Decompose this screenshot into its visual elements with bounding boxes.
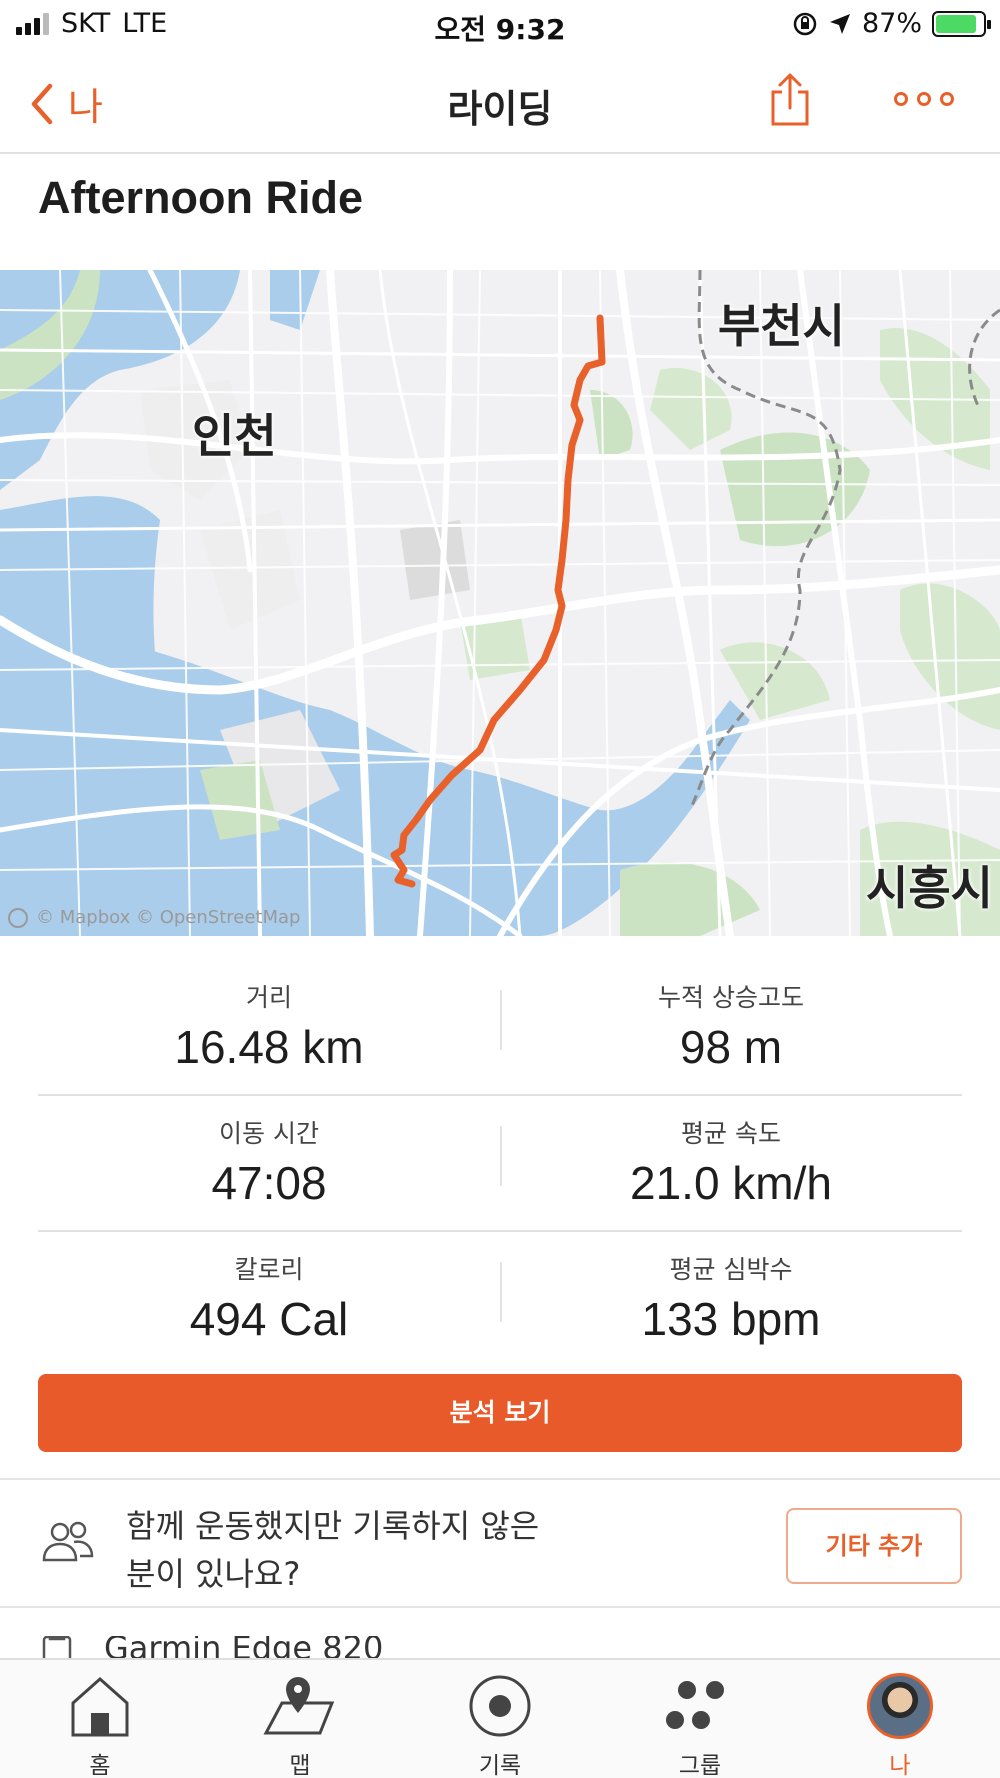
avg-heart-rate-value: 133 bpm [641, 1293, 821, 1345]
tab-record-label: 기록 [478, 1753, 522, 1778]
stat-row: 칼로리 494 Cal 평균 심박수 133 bpm [38, 1232, 962, 1368]
stats-grid: 거리 16.48 km 누적 상승고도 98 m 이동 시간 47:08 평균 속도 2… [38, 960, 962, 1368]
page-title: 라이딩 [447, 87, 553, 131]
avatar [867, 1673, 933, 1739]
distance-label: 거리 [245, 983, 292, 1012]
activity-title: Afternoon Ride [38, 172, 363, 223]
calories-label: 칼로리 [234, 1255, 304, 1284]
tab-record[interactable]: 기록 [440, 1670, 560, 1778]
calories-value: 494 Cal [189, 1293, 349, 1345]
mapbox-logo-icon [8, 907, 28, 928]
view-analysis-button[interactable]: 분석 보기 [38, 1374, 962, 1452]
map-label-siheung: 시흥시 [866, 861, 993, 915]
nav-bar: 나 라이딩 [0, 52, 1000, 154]
tab-bar: 홈 맵 기록 그룹 나 [0, 1658, 1000, 1778]
home-icon [71, 1676, 129, 1737]
groups-icon [666, 1681, 724, 1729]
gear-name: Garmin Edge 820 [104, 1636, 384, 1660]
map-label-incheon: 인천 [192, 409, 277, 463]
distance-value: 16.48 km [174, 1021, 364, 1073]
moving-time-value: 47:08 [211, 1157, 327, 1209]
stat-row: 이동 시간 47:08 평균 속도 21.0 km/h [38, 1096, 962, 1232]
map-attribution[interactable]: © Mapbox © OpenStreetMap [8, 907, 300, 928]
tab-home-label: 홈 [89, 1753, 111, 1778]
stat-row: 거리 16.48 km 누적 상승고도 98 m [38, 960, 962, 1096]
elevation-label: 누적 상승고도 [658, 983, 804, 1012]
status-bar: SKT LTE 오전 9:32 87% [0, 0, 1000, 52]
tab-home[interactable]: 홈 [40, 1670, 160, 1778]
divider [0, 1606, 1000, 1608]
add-others-section: 함께 운동했지만 기록하지 않은 분이 있나요? 기타 추가 [0, 1480, 1000, 1606]
route-map[interactable]: 부천시 인천 시흥시 © Mapbox © OpenStreetMap [0, 270, 1000, 936]
map-canvas [0, 270, 1000, 936]
tab-profile-label: 나 [889, 1753, 911, 1778]
share-button[interactable] [768, 72, 812, 132]
location-arrow-icon [829, 13, 850, 34]
battery-percent: 87% [861, 8, 922, 39]
gear-row[interactable]: Garmin Edge 820 [40, 1636, 383, 1660]
tab-groups-label: 그룹 [678, 1753, 722, 1778]
battery-icon [932, 10, 991, 37]
map-label-bucheon: 부천시 [718, 299, 845, 353]
record-icon [469, 1675, 531, 1737]
tab-profile[interactable]: 나 [840, 1670, 960, 1778]
share-icon [771, 73, 809, 126]
add-others-question-line1: 함께 운동했지만 기록하지 않은 [126, 1507, 540, 1545]
elevation-value: 98 m [679, 1021, 783, 1073]
more-options-button[interactable] [894, 92, 954, 106]
add-others-button[interactable]: 기타 추가 [786, 1508, 962, 1584]
people-icon [42, 1521, 94, 1562]
rotation-lock-icon [793, 12, 817, 35]
add-others-question-line2: 분이 있나요? [126, 1555, 301, 1593]
tab-groups[interactable]: 그룹 [640, 1670, 760, 1778]
bike-gear-icon [42, 1636, 72, 1660]
avg-speed-label: 평균 속도 [681, 1119, 781, 1148]
tab-map-label: 맵 [289, 1753, 311, 1778]
map-icon [263, 1677, 335, 1735]
tab-map[interactable]: 맵 [240, 1670, 360, 1778]
avg-heart-rate-label: 평균 심박수 [669, 1255, 793, 1284]
moving-time-label: 이동 시간 [219, 1119, 319, 1148]
avg-speed-value: 21.0 km/h [630, 1157, 832, 1209]
